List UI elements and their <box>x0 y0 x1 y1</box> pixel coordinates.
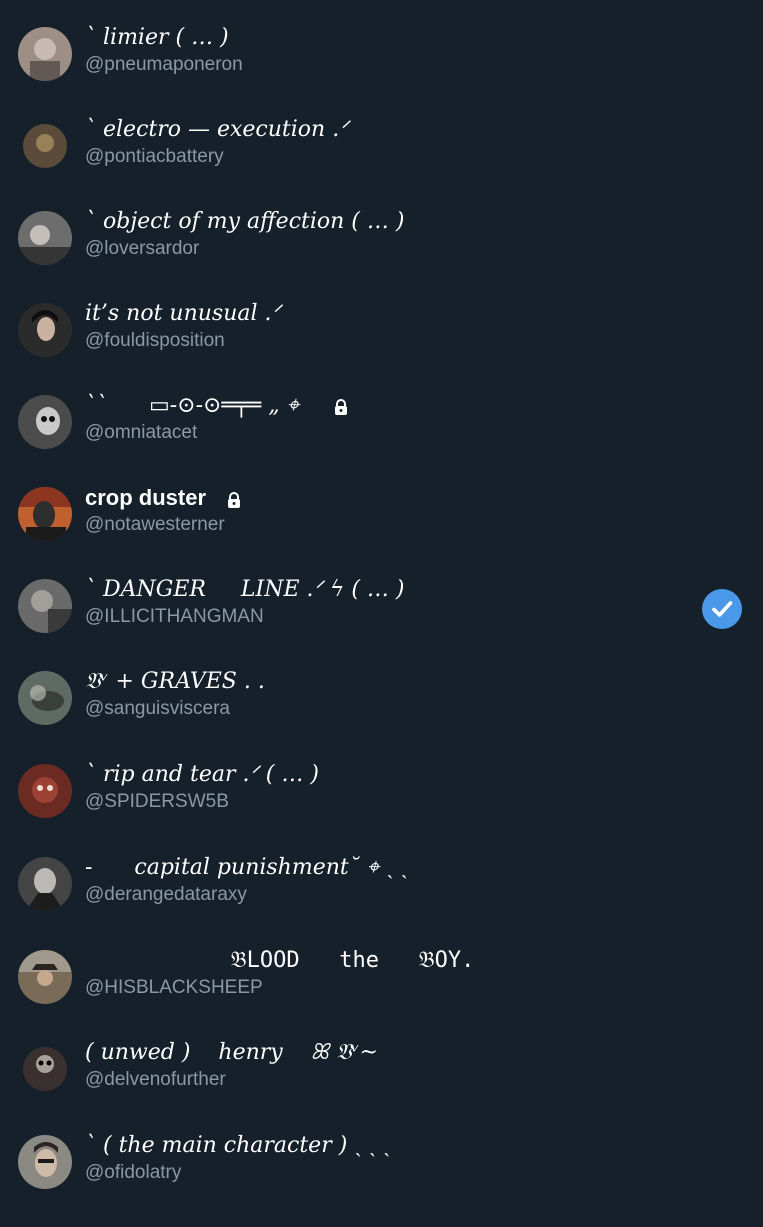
account-row[interactable]: ` ( the main character ) ˎ ˎ ˎ @ofidolat… <box>0 1133 763 1227</box>
username: @pneumaponeron <box>85 54 243 75</box>
account-row[interactable]: ` DANGER LINE .ᐟ ϟ ( … ) @ILLICITHANGMAN <box>0 577 763 671</box>
account-row[interactable]: ` object of my affection ( … ) @loversar… <box>0 209 763 303</box>
account-row[interactable]: - capital punishment˘ ⌖ ˎ ˎ @derangedata… <box>0 855 763 949</box>
avatar <box>18 579 72 633</box>
account-row[interactable]: 𝔙ᵛ + GRAVES . . @sanguisviscera <box>0 669 763 763</box>
avatar <box>18 671 72 725</box>
account-row[interactable]: `` ▭-⊙-⊙═╤═ „ ⌖ @omniatacet <box>0 393 763 487</box>
avatar <box>18 764 72 818</box>
account-row[interactable]: 𝔅LOOD the 𝔅OY. @HISBLACKSHEEP <box>0 948 763 1042</box>
display-name: crop duster <box>85 485 207 510</box>
username: @SPIDERSW5B <box>85 791 229 812</box>
account-row[interactable]: ` electro — execution .ᐟ @pontiacbattery <box>0 117 763 211</box>
avatar <box>18 1042 72 1096</box>
account-row[interactable]: ` limier ( … ) @pneumaponeron <box>0 25 763 119</box>
display-name: - capital punishment˘ ⌖ ˎ ˎ <box>85 855 408 880</box>
display-name: ` limier ( … ) <box>85 25 229 50</box>
username: @loversardor <box>85 238 200 259</box>
avatar <box>18 27 72 81</box>
username: @pontiacbattery <box>85 146 224 167</box>
account-row[interactable]: ( unwed ) henry ꕤ 𝔙ᵛ~ @delvenofurther <box>0 1040 763 1134</box>
avatar <box>18 395 72 449</box>
username: @sanguisviscera <box>85 698 230 719</box>
display-name: 𝔅LOOD the 𝔅OY. <box>85 948 475 973</box>
lock-icon <box>335 399 347 415</box>
display-name: ` electro — execution .ᐟ <box>85 117 349 142</box>
username: @ofidolatry <box>85 1162 182 1183</box>
avatar <box>18 1135 72 1189</box>
lock-icon <box>228 492 240 508</box>
account-row[interactable]: ` rip and tear .ᐟ ( … ) @SPIDERSW5B <box>0 762 763 856</box>
display-name: ` ( the main character ) ˎ ˎ ˎ <box>85 1133 391 1158</box>
display-name: ` rip and tear .ᐟ ( … ) <box>85 762 319 787</box>
account-row[interactable]: it’s not unusual .ᐟ @fouldisposition <box>0 301 763 395</box>
display-name: it’s not unusual .ᐟ <box>85 301 281 326</box>
username: @ILLICITHANGMAN <box>85 606 264 627</box>
username: @derangedataraxy <box>85 884 247 905</box>
username: @fouldisposition <box>85 330 225 351</box>
username: @omniatacet <box>85 422 198 443</box>
username: @HISBLACKSHEEP <box>85 977 263 998</box>
avatar <box>18 950 72 1004</box>
avatar <box>18 303 72 357</box>
account-row[interactable]: crop duster @notawesterner <box>0 485 763 579</box>
selected-check-icon[interactable] <box>702 589 742 629</box>
display-name: 𝔙ᵛ + GRAVES . . <box>85 669 265 694</box>
avatar <box>18 857 72 911</box>
display-name: ` DANGER LINE .ᐟ ϟ ( … ) <box>85 577 405 602</box>
avatar <box>18 487 72 541</box>
username: @notawesterner <box>85 514 225 535</box>
account-list: ` limier ( … ) @pneumaponeron ` electro … <box>0 0 763 1200</box>
display-name: ` object of my affection ( … ) <box>85 209 405 234</box>
avatar <box>18 211 72 265</box>
username: @delvenofurther <box>85 1069 226 1090</box>
display-name: ( unwed ) henry ꕤ 𝔙ᵛ~ <box>85 1040 378 1065</box>
display-name: `` ▭-⊙-⊙═╤═ „ ⌖ <box>85 393 299 418</box>
avatar <box>18 119 72 173</box>
